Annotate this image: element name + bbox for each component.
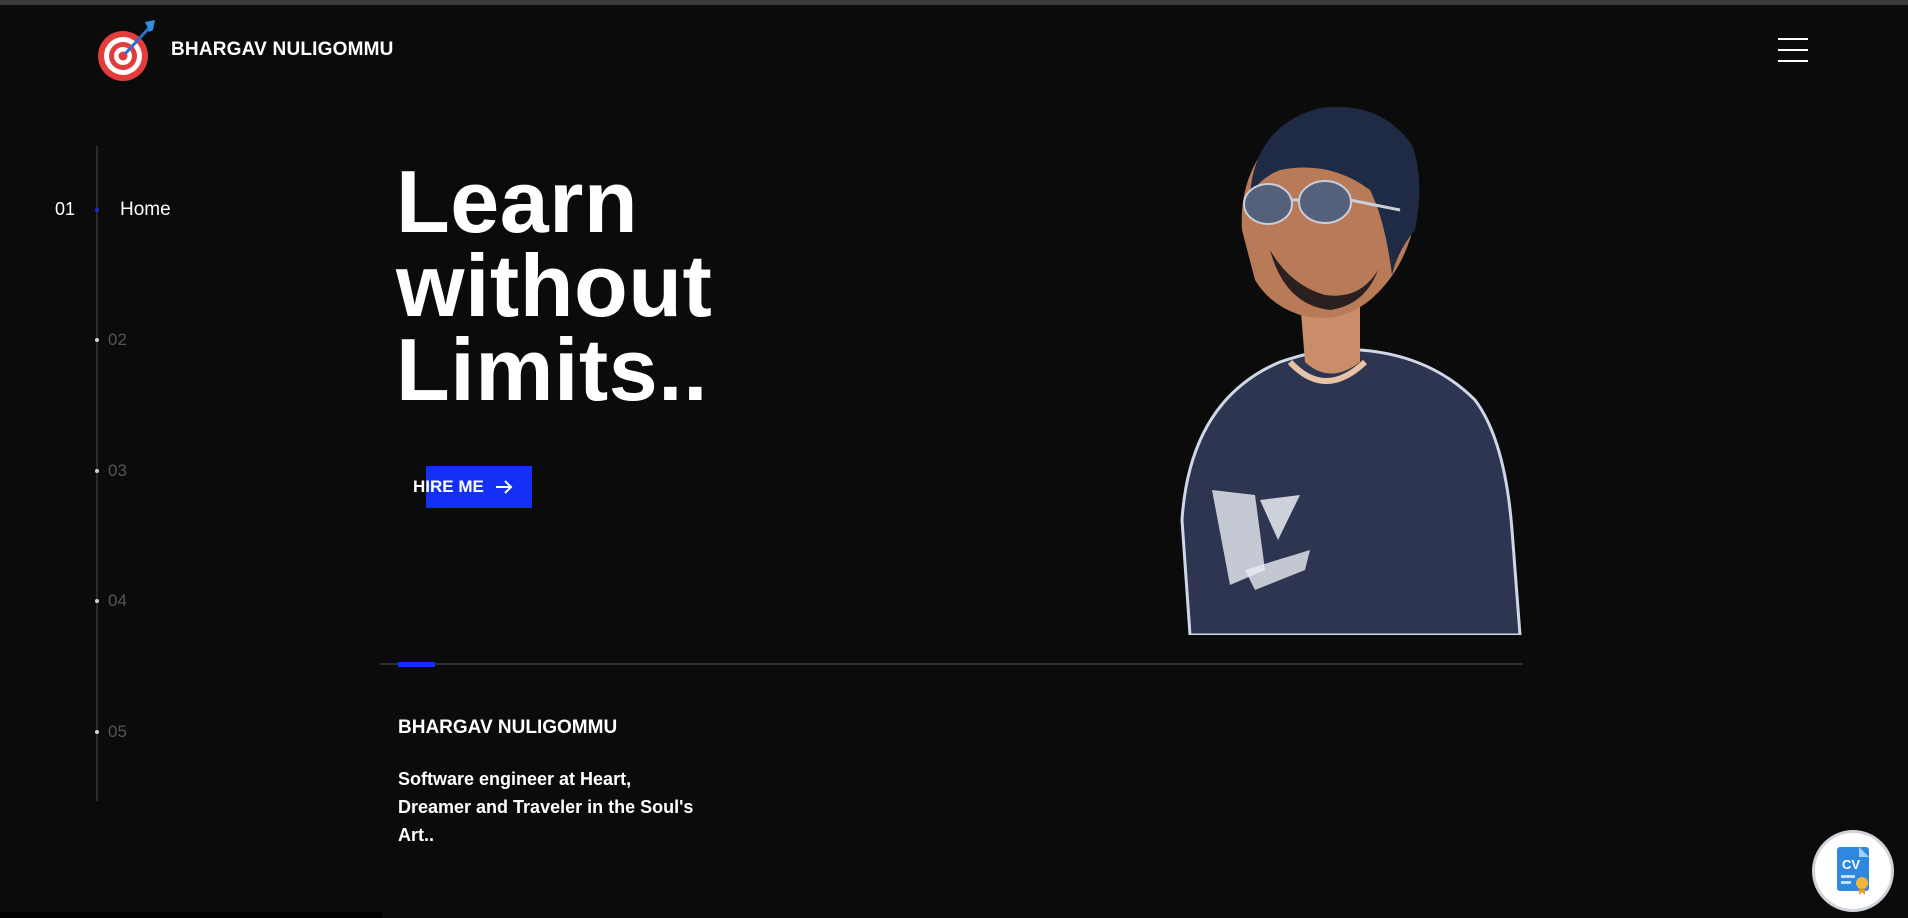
bottom-edge-bar <box>0 912 382 918</box>
hamburger-menu-icon[interactable] <box>1778 38 1808 62</box>
side-nav-active-dot <box>95 208 99 212</box>
cv-label: CV <box>1842 857 1860 872</box>
side-nav-item-home[interactable]: Home <box>120 199 171 221</box>
cv-document-icon: CV <box>1837 847 1869 895</box>
target-dart-logo-icon[interactable] <box>95 18 161 82</box>
headline-line: without <box>396 236 713 335</box>
side-nav-dot <box>95 338 99 342</box>
about-name: BHARGAV NULIGOMMU <box>398 717 618 738</box>
headline-line: Limits.. <box>396 320 709 419</box>
hero-headline: Learn without Limits.. <box>396 152 713 419</box>
side-nav-dot <box>95 469 99 473</box>
side-nav-active-number[interactable]: 01 <box>55 199 75 220</box>
slide-progress-track <box>380 663 1523 665</box>
hire-me-label: HIRE ME <box>413 477 484 496</box>
side-nav-dot <box>95 730 99 734</box>
about-description: Software engineer at Heart, Dreamer and … <box>398 769 694 845</box>
top-edge-line <box>0 0 1908 5</box>
brand-name[interactable]: BHARGAV NULIGOMMU <box>171 39 394 61</box>
profile-portrait-image <box>1180 106 1522 635</box>
slide-progress-fill <box>398 662 435 667</box>
arrow-right-icon <box>495 480 513 494</box>
side-nav-item-05[interactable]: 05 <box>108 722 127 742</box>
side-nav-item-03[interactable]: 03 <box>108 461 127 481</box>
headline-line: Learn <box>396 152 639 251</box>
side-nav-dot <box>95 599 99 603</box>
side-nav-track <box>96 146 98 801</box>
hire-me-button[interactable]: HIRE ME <box>408 466 532 508</box>
side-nav-item-02[interactable]: 02 <box>108 330 127 350</box>
cv-download-button[interactable]: CV <box>1812 830 1894 912</box>
side-nav-item-04[interactable]: 04 <box>108 591 127 611</box>
